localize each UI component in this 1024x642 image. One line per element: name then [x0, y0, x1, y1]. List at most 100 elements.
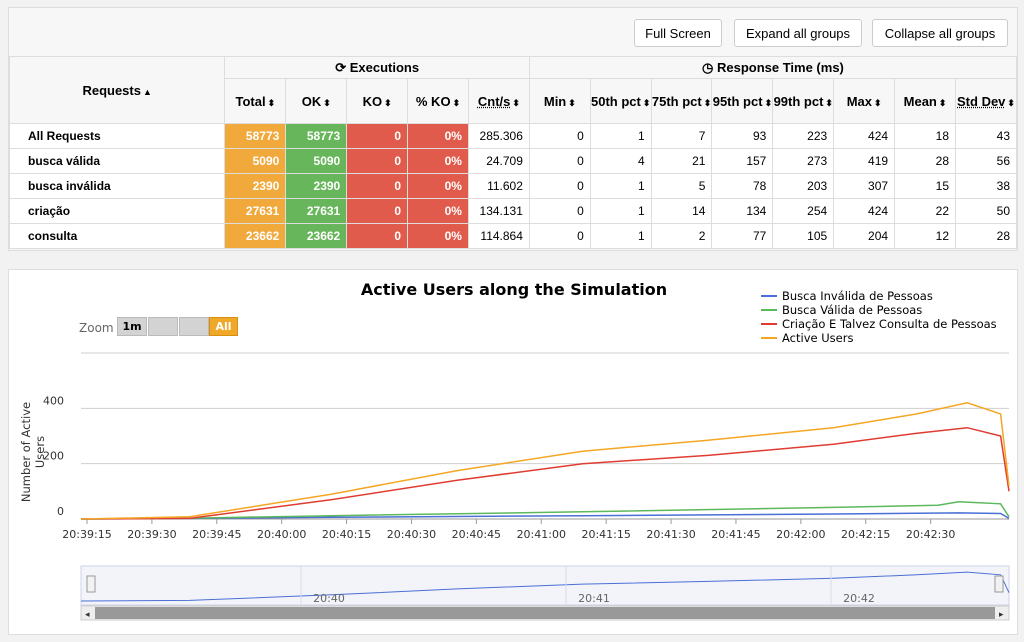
table-cell: 0: [346, 173, 409, 199]
table-row[interactable]: busca válida 5090 5090 0 0% 24.709 0 4 21 157 273 4…: [8, 148, 1017, 174]
table-cell: 21: [650, 148, 713, 174]
navigator-handle[interactable]: [86, 575, 96, 593]
table-cell: 1: [589, 223, 652, 249]
table-cell: 50: [955, 198, 1017, 224]
navigator-label: 20:42: [843, 592, 875, 605]
table-cell: 0: [346, 223, 409, 249]
request-name: busca válida: [8, 148, 226, 174]
table-cell: 223: [772, 123, 835, 149]
full-screen-button[interactable]: Full Screen: [634, 19, 722, 47]
table-row[interactable]: All Requests 58773 58773 0 0% 285.306 0 1 7 93 223…: [8, 123, 1017, 149]
x-tick-label: 20:39:30: [127, 528, 176, 541]
x-tick-label: 20:40:00: [257, 528, 306, 541]
clock-icon: ◷: [702, 59, 714, 75]
table-cell: 0%: [407, 198, 469, 224]
table-cell: 2390: [285, 173, 348, 199]
series-line: [80, 426, 1010, 520]
table-cell: 0: [346, 148, 409, 174]
column-header-ok[interactable]: OK ⬍: [285, 78, 348, 124]
table-cell: 0: [528, 148, 591, 174]
column-header-std-dev[interactable]: Std Dev ⬍: [955, 78, 1017, 124]
request-name: All Requests: [8, 123, 226, 149]
table-cell: 2: [650, 223, 713, 249]
table-row[interactable]: criação 27631 27631 0 0% 134.131 0 1 14 134 254 424…: [8, 198, 1017, 224]
table-cell: 4: [589, 148, 652, 174]
scroll-right-arrow-icon[interactable]: ▸: [999, 610, 1004, 620]
table-cell: 43: [955, 123, 1017, 149]
table-cell: 105: [772, 223, 835, 249]
statistics-table: Requests ▲ ⟳ Executions ◷ Response Time (…: [8, 56, 1018, 249]
scroll-left-arrow-icon[interactable]: ◂: [85, 610, 90, 620]
column-header-mean[interactable]: Mean ⬍: [894, 78, 956, 124]
executions-header: ⟳ Executions: [224, 56, 530, 79]
sort-icon: ⬍: [703, 97, 712, 108]
column-header-75th-pct[interactable]: 75th pct ⬍: [650, 78, 713, 124]
navigator-handle[interactable]: [994, 575, 1004, 593]
column-header-min[interactable]: Min ⬍: [528, 78, 591, 124]
table-cell: 134: [711, 198, 774, 224]
column-header-99th-pct[interactable]: 99th pct ⬍: [772, 78, 835, 124]
scrollbar-thumb[interactable]: [95, 607, 995, 619]
table-cell: 5: [650, 173, 713, 199]
collapse-all-groups-button[interactable]: Collapse all groups: [872, 19, 1008, 47]
x-tick-label: 20:39:45: [192, 528, 241, 541]
table-cell: 307: [833, 173, 896, 199]
table-cell: 58773: [224, 123, 287, 149]
x-tick-label: 20:40:30: [387, 528, 436, 541]
request-name: criação: [8, 198, 226, 224]
column-header-ko[interactable]: KO ⬍: [346, 78, 409, 124]
column-header-max[interactable]: Max ⬍: [833, 78, 896, 124]
table-cell: 93: [711, 123, 774, 149]
sort-icon: ⬍: [642, 97, 651, 108]
request-name: consulta: [8, 223, 226, 249]
table-cell: 0: [346, 123, 409, 149]
table-cell: 424: [833, 198, 896, 224]
table-cell: 11.602: [467, 173, 530, 199]
table-cell: 14: [650, 198, 713, 224]
table-cell: 285.306: [467, 123, 530, 149]
table-cell: 27631: [285, 198, 348, 224]
sort-icon: ⬍: [825, 97, 833, 108]
x-tick-label: 20:42:15: [841, 528, 890, 541]
x-tick-label: 20:39:15: [62, 528, 111, 541]
x-tick-label: 20:42:00: [776, 528, 825, 541]
table-cell: 254: [772, 198, 835, 224]
request-name: busca inválida: [8, 173, 226, 199]
sort-up-icon: ▲: [142, 86, 152, 97]
x-tick-label: 20:40:15: [322, 528, 371, 541]
expand-all-groups-button[interactable]: Expand all groups: [734, 19, 862, 47]
response-time-header: ◷ Response Time (ms): [528, 56, 1018, 79]
table-cell: 424: [833, 123, 896, 149]
chart-plot: 0 200 400 20:39:15 20:39:30 20:39:45 20:40:00 2…: [43, 352, 1010, 621]
table-cell: 0: [528, 198, 591, 224]
column-header-50th-pct[interactable]: 50th pct ⬍: [589, 78, 652, 124]
table-cell: 23662: [224, 223, 287, 249]
y-tick-label: 200: [43, 450, 64, 463]
table-cell: 18: [894, 123, 956, 149]
table-cell: 15: [894, 173, 956, 199]
table-row[interactable]: busca inválida 2390 2390 0 0% 11.602 0 1 5 78 203 3…: [8, 173, 1017, 199]
table-cell: 5090: [224, 148, 287, 174]
table-cell: 203: [772, 173, 835, 199]
x-tick-label: 20:41:00: [517, 528, 566, 541]
table-cell: 0%: [407, 173, 469, 199]
sort-icon: ⬍: [1007, 97, 1015, 108]
table-cell: 157: [711, 148, 774, 174]
table-cell: 77: [711, 223, 774, 249]
statistics-panel: Full Screen Expand all groups Collapse a…: [8, 7, 1018, 251]
table-cell: 58773: [285, 123, 348, 149]
column-header-cnt-s[interactable]: Cnt/s ⬍: [467, 78, 530, 124]
table-row[interactable]: consulta 23662 23662 0 0% 114.864 0 1 2 77 105 204 1…: [8, 223, 1017, 249]
table-cell: 78: [711, 173, 774, 199]
table-cell: 12: [894, 223, 956, 249]
y-tick-label: 400: [43, 394, 64, 407]
column-header-total[interactable]: Total ⬍: [224, 78, 287, 124]
sort-icon: ⬍: [512, 97, 520, 108]
series-line: [80, 402, 1010, 520]
sort-icon: ⬍: [764, 97, 773, 108]
x-tick-label: 20:41:45: [711, 528, 760, 541]
column-header--ko[interactable]: % KO ⬍: [407, 78, 469, 124]
column-header-95th-pct[interactable]: 95th pct ⬍: [711, 78, 774, 124]
sort-icon: ⬍: [452, 97, 461, 108]
requests-header[interactable]: Requests ▲: [8, 56, 226, 124]
